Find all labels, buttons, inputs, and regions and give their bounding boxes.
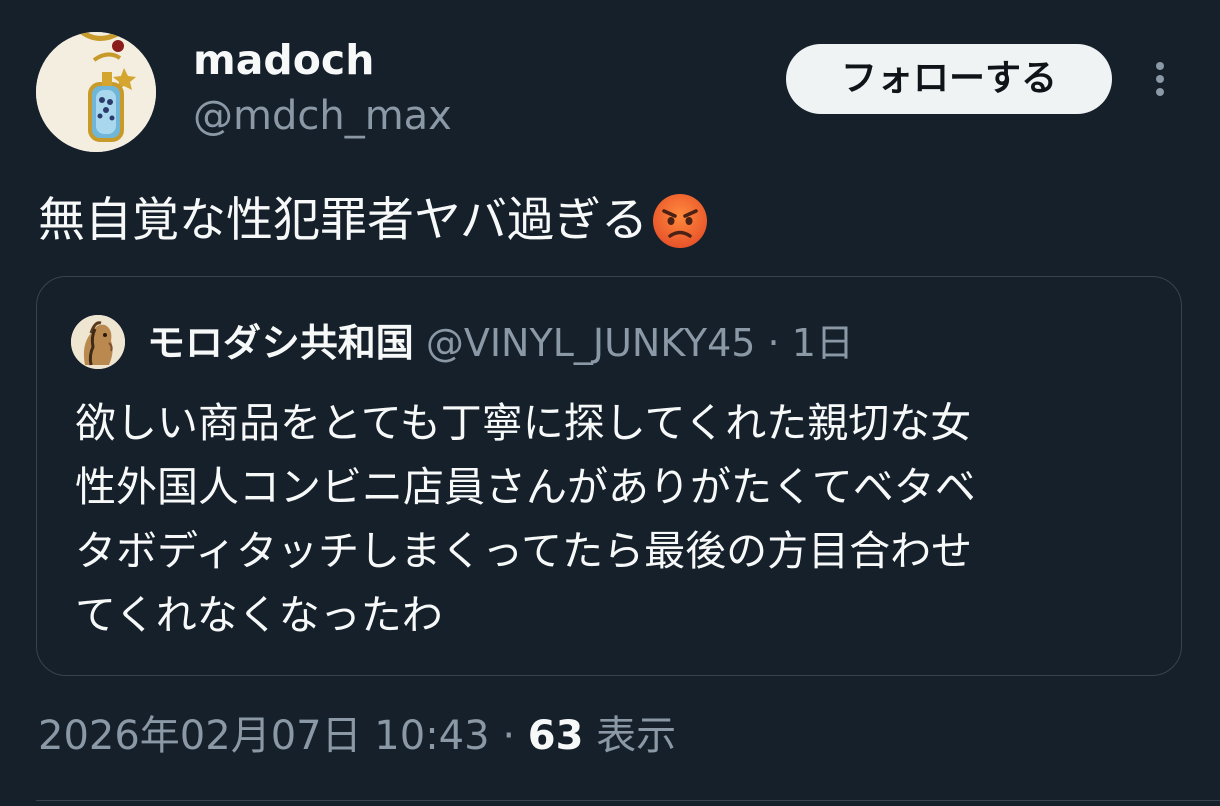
quote-author-avatar[interactable] bbox=[71, 315, 125, 369]
tweet-meta: 2026年02月07日 10:43 · 63 表示 bbox=[38, 708, 676, 764]
quote-author-name[interactable]: モロダシ共和国 bbox=[147, 321, 414, 365]
quote-text-line: 性外国人コンビニ店員さんがありがたくてベタベ bbox=[75, 463, 976, 511]
author-handle[interactable]: @mdch_max bbox=[193, 92, 452, 140]
quoted-tweet-card[interactable]: モロダシ共和国 @VINYL_JUNKY45 · 1日 欲しい商品をとても丁寧に… bbox=[36, 276, 1182, 676]
meta-separator: · bbox=[502, 713, 516, 759]
quote-text-line: タボディタッチしまくってたら最後の方目合わせ bbox=[75, 527, 973, 575]
divider bbox=[36, 800, 1220, 801]
more-vertical-icon[interactable] bbox=[1140, 58, 1180, 100]
tweet-text-container: 無自覚な性犯罪者ヤバ過ぎる bbox=[38, 188, 710, 254]
quote-text-line: 欲しい商品をとても丁寧に探してくれた親切な女 bbox=[75, 399, 972, 447]
author-display-name[interactable]: madoch bbox=[193, 36, 374, 84]
tweet-timestamp[interactable]: 2026年02月07日 10:43 bbox=[38, 713, 490, 759]
quote-header: モロダシ共和国 @VINYL_JUNKY45 · 1日 bbox=[147, 315, 854, 371]
quote-text: 欲しい商品をとても丁寧に探してくれた親切な女 性外国人コンビニ店員さんがありがた… bbox=[75, 391, 1155, 647]
angry-face-icon bbox=[650, 191, 710, 251]
quote-separator: · bbox=[767, 321, 780, 365]
follow-button[interactable]: フォローする bbox=[786, 44, 1112, 114]
quote-text-line: てくれなくなったわ bbox=[75, 591, 443, 639]
views-count: 63 bbox=[527, 713, 584, 759]
quote-author-handle[interactable]: @VINYL_JUNKY45 bbox=[426, 321, 756, 365]
views-label: 表示 bbox=[596, 713, 677, 759]
author-avatar[interactable] bbox=[36, 32, 156, 152]
tweet-detail: madoch @mdch_max フォローする 無自覚な性犯罪者ヤバ過ぎる モロ… bbox=[0, 0, 1220, 806]
tweet-text: 無自覚な性犯罪者ヤバ過ぎる bbox=[38, 193, 649, 248]
quote-time[interactable]: 1日 bbox=[792, 321, 854, 365]
